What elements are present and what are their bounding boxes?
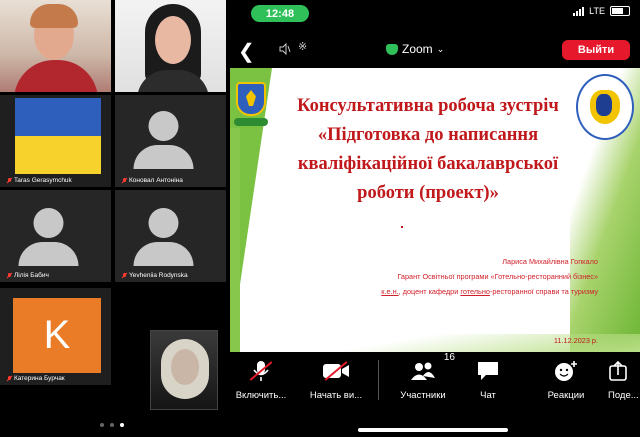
video-tile-1[interactable] xyxy=(0,0,111,92)
status-indicators: LTE xyxy=(573,6,630,16)
video-off-icon xyxy=(322,358,350,384)
self-view-video[interactable] xyxy=(150,330,218,410)
participant-name: Taras Gerasymchuk xyxy=(6,177,72,184)
leave-button[interactable]: Выйти xyxy=(562,40,630,60)
microphone-muted-icon xyxy=(6,177,12,184)
battery-icon xyxy=(610,6,630,16)
signal-icon xyxy=(573,6,585,16)
chevron-down-icon: ⌄ xyxy=(436,43,445,54)
slide-date: 11.12.2023 р. xyxy=(553,336,598,345)
back-arrow-icon[interactable]: ❮ xyxy=(238,39,255,64)
participant-tile[interactable]: Коновал Антоніна xyxy=(115,95,226,187)
participant-gallery: Taras Gerasymchuk Коновал Антоніна Лілія… xyxy=(0,0,226,437)
participant-tile[interactable]: Yevheniia Rodynska xyxy=(115,190,226,282)
author-name: Лариса Михайлівна Гопкало xyxy=(502,257,598,266)
author-position: к.е.н., доцент кафедри готельно-ресторан… xyxy=(381,287,598,296)
status-time: 12:48 xyxy=(251,5,309,22)
screen: Taras Gerasymchuk Коновал Антоніна Лілія… xyxy=(0,0,640,437)
slide-author-block: Лариса Михайлівна Гопкало Гарант Освітнь… xyxy=(330,254,598,299)
video-tile-2[interactable] xyxy=(115,0,226,92)
participant-face xyxy=(171,349,199,385)
participant-name: Коновал Антоніна xyxy=(121,177,183,184)
page-dot-active[interactable] xyxy=(120,423,124,427)
participants-button[interactable]: 16 Участники xyxy=(391,352,455,401)
share-icon xyxy=(608,358,630,384)
participant-tile[interactable]: Taras Gerasymchuk xyxy=(0,95,111,187)
status-bar: 12:48 LTE xyxy=(226,0,640,26)
microphone-muted-icon xyxy=(121,272,127,279)
participant-name: Катерина Бурчак xyxy=(6,375,65,382)
department-logo xyxy=(576,74,634,140)
toolbar-divider xyxy=(378,360,379,400)
ukraine-flag-avatar xyxy=(15,98,101,174)
share-button[interactable]: Поде... xyxy=(608,352,640,401)
default-avatar-icon xyxy=(133,111,193,169)
participants-count: 16 xyxy=(443,352,455,363)
start-video-button[interactable]: Начать ви... xyxy=(298,352,374,401)
default-avatar-icon xyxy=(133,208,193,266)
participant-tile[interactable]: Лілія Бабич xyxy=(0,190,111,282)
home-indicator[interactable] xyxy=(358,428,508,432)
page-dot[interactable] xyxy=(110,423,114,427)
network-type: LTE xyxy=(589,6,605,16)
slide-dot xyxy=(401,226,403,228)
reactions-button[interactable]: Реакции xyxy=(540,352,592,401)
author-role: Гарант Освітньої програми «Готельно-рест… xyxy=(397,272,598,281)
microphone-muted-icon xyxy=(249,358,273,384)
zoom-meeting-screen: 12:48 LTE ❮ ※ Zoom ⌄ Выйти Консультативн… xyxy=(226,0,640,437)
microphone-muted-icon xyxy=(6,375,12,382)
participant-name: Лілія Бабич xyxy=(6,272,49,279)
meeting-title[interactable]: Zoom ⌄ xyxy=(386,42,444,56)
university-crest-logo xyxy=(234,82,268,126)
page-dot[interactable] xyxy=(100,423,104,427)
default-avatar-icon xyxy=(18,208,78,266)
slide-title: Консультативна робоча зустріч «Підготовк… xyxy=(297,96,559,203)
letter-avatar: K xyxy=(13,298,101,373)
microphone-muted-icon xyxy=(6,272,12,279)
participant-hair xyxy=(30,4,78,28)
meeting-toolbar: Включить... Начать ви... 16 Участники Ча… xyxy=(226,352,640,422)
participant-tile[interactable]: K Катерина Бурчак xyxy=(0,288,111,385)
meeting-top-bar: ❮ ※ Zoom ⌄ Выйти xyxy=(226,34,640,66)
participants-icon: 16 xyxy=(409,352,455,384)
participant-face xyxy=(155,16,191,64)
chat-icon xyxy=(476,358,500,384)
security-shield-icon xyxy=(386,43,398,55)
decorative-green-band xyxy=(230,128,240,352)
unmute-button[interactable]: Включить... xyxy=(228,352,294,401)
chat-button[interactable]: Чат xyxy=(468,352,508,401)
participant-name: Yevheniia Rodynska xyxy=(121,272,188,279)
speaker-icon[interactable] xyxy=(279,43,291,55)
reactions-icon xyxy=(553,358,579,384)
shared-presentation-slide: Консультативна робоча зустріч «Підготовк… xyxy=(230,68,640,352)
gallery-page-indicator[interactable] xyxy=(100,423,124,427)
bluetooth-icon: ※ xyxy=(298,41,308,53)
microphone-muted-icon xyxy=(121,177,127,184)
